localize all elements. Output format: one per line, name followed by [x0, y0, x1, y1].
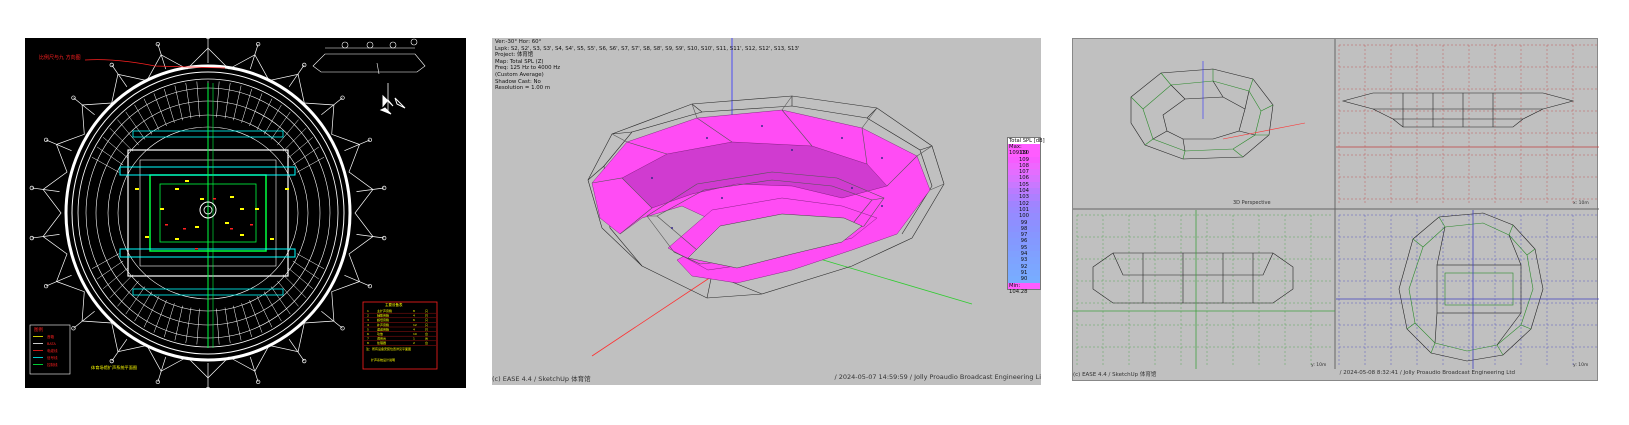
speaker-dot — [671, 227, 673, 229]
cad-title-red: 比例尺与九 方向图 — [39, 54, 81, 61]
cad-legend-item: 音箱 — [47, 334, 54, 339]
cad-table-cell: 主扩声音箱 — [377, 308, 392, 313]
cad-floorplan-panel: 比例尺与九 方向图 图例 音箱 BATA 电缆线信号线控制线 主要设备表 1 主扩声音… — [25, 38, 466, 388]
cad-table-cell: 只 — [425, 314, 428, 318]
cad-legend-item: 电缆线 — [47, 348, 58, 353]
cad-legend-item: BATA — [47, 342, 56, 346]
ease-info-freq: Freq: 125 Hz to 4000 Hz — [495, 65, 561, 72]
cad-table-cell: 台 — [425, 336, 428, 341]
quad-footer-right: / 2024-05-08 8:32:41 / Jolly Proaudio Br… — [1339, 370, 1515, 376]
speaker-dot — [721, 197, 723, 199]
cad-legend-item: 控制线 — [47, 362, 58, 367]
ease-info-map: Map: Total SPL (Z) — [495, 58, 544, 65]
cad-table-cell: 1 — [413, 337, 415, 341]
spl-legend-min: Min: 104.28 — [1008, 282, 1040, 295]
ease-info-shadow: Shadow Cast: No — [495, 78, 541, 85]
speaker-dot — [841, 137, 843, 139]
top-right-scale-label: x: 10m — [1573, 200, 1589, 206]
bottom-right-scale-label: y: 10m — [1573, 362, 1588, 368]
cad-table-cell: 4 — [367, 323, 369, 327]
cad-table-cell: 辅助音箱 — [377, 313, 389, 318]
cad-table-cell: 台 — [425, 340, 428, 345]
cad-table-note2: 扩声系统设计说明 — [371, 357, 395, 362]
speaker-dot — [651, 177, 653, 179]
cad-table-cell: 6 — [413, 318, 415, 322]
cad-table-cell: 台 — [425, 331, 428, 336]
cad-table-cell: 只 — [425, 318, 428, 322]
bottom-left-scale-label: y: 10m — [1311, 362, 1326, 368]
ease-footer-right: / 2024-05-07 14:59:59 / Jolly Proaudio B… — [834, 373, 1041, 381]
grid-bottom-left — [1076, 214, 1333, 367]
cad-table-cell: 8 — [367, 341, 369, 345]
cad-table-cell: 功放 — [377, 331, 383, 336]
cad-table-cell: 处理器 — [377, 340, 386, 345]
cad-table-cell: 6 — [367, 332, 369, 336]
cad-equipment-table: 主要设备表 1 主扩声音箱 8 只2 辅助音箱 4 只3 超低音箱 6 只4 补声音箱 12 只5 返送音… — [362, 301, 438, 370]
ease-quad-view-panel: 3D Perspective x: 10m y: 10m y: 10m (c) … — [1072, 38, 1599, 381]
cad-table-title: 主要设备表 — [385, 302, 403, 307]
spl-color-legend: Total SPL [dB] Max: 109.09 1101091081071… — [1007, 137, 1045, 295]
cad-table-cell: 2 — [413, 341, 415, 345]
cad-table-cell: 调音台 — [377, 336, 386, 341]
ease-info-resolution: Resolution = 1.00 m — [495, 85, 551, 92]
speaker-dot — [881, 157, 883, 159]
cad-table-cell: 4 — [413, 314, 415, 318]
cad-table-cell: 补声音箱 — [377, 322, 389, 327]
cad-table-cell: 2 — [367, 314, 369, 318]
cad-table-cell: 3 — [367, 318, 369, 322]
cad-table-cell: 8 — [413, 309, 415, 313]
speaker-dot — [706, 137, 708, 139]
cad-table-cell: 10 — [413, 332, 417, 336]
speaker-dot — [761, 125, 763, 127]
cad-table-cell: 只 — [425, 309, 428, 313]
quad-views: 3D Perspective x: 10m y: 10m y: 10m — [1073, 39, 1599, 369]
quad-footer-left: (c) EASE 4.4 / SketchUp 体育馆 — [1073, 372, 1157, 378]
cad-table-cell: 只 — [425, 323, 428, 327]
ease-footer-left: (c) EASE 4.4 / SketchUp 体育馆 — [492, 375, 591, 383]
cad-drawing-title: 体育场馆扩声系统平面图 — [91, 364, 137, 371]
cad-table-cell: 只 — [425, 327, 428, 331]
ease-info-lspk: Lspk: S2, S2', S3, S3', S4, S4', S5, S5'… — [495, 45, 800, 52]
ease-info-project: Project: 体育馆 — [495, 52, 534, 59]
speaker-dot — [881, 205, 883, 207]
speaker-dot — [851, 187, 853, 189]
cad-legend-box: 图例 音箱 BATA 电缆线信号线控制线 — [29, 324, 71, 375]
front-elevation-wireframe — [1341, 92, 1575, 128]
cad-legend-item: 信号线 — [47, 355, 58, 360]
cad-table-cell: 5 — [367, 327, 369, 331]
ease-spl-map-panel: Ver:-30° Hor: 60° Lspk: S2, S2', S3, S3'… — [492, 38, 1045, 385]
cad-table-cell: 返送音箱 — [377, 326, 389, 331]
cad-table-cell: 1 — [367, 309, 369, 313]
ease-info-average: (Custom Average) — [495, 71, 544, 78]
cad-table-note: 注：所有设备安装位置详见平面图 — [366, 346, 411, 351]
cad-legend-title: 图例 — [34, 326, 43, 333]
cad-table-cell: 4 — [413, 327, 415, 331]
ease-info-view: Ver:-30° Hor: 60° — [495, 39, 542, 45]
compass-icon — [379, 83, 406, 115]
ease-info-block: Ver:-30° Hor: 60° Lspk: S2, S2', S3, S3'… — [495, 39, 799, 92]
speaker-dot — [791, 149, 793, 151]
grid-bottom-right — [1338, 214, 1597, 367]
plan-view-wireframe — [1398, 212, 1544, 362]
side-elevation-wireframe — [1092, 252, 1294, 304]
grid-top-right — [1338, 44, 1597, 205]
cad-section-sketch — [312, 38, 426, 75]
cad-table-cell: 7 — [367, 337, 369, 341]
perspective-label: 3D Perspective — [1233, 200, 1271, 206]
cad-table-cell: 12 — [413, 323, 417, 327]
cad-floorplan-drawing: 比例尺与九 方向图 图例 音箱 BATA 电缆线信号线控制线 主要设备表 1 主扩声音… — [29, 38, 438, 388]
perspective-wireframe — [1130, 61, 1306, 160]
cad-arena-box — [119, 83, 296, 348]
cad-table-cell: 超低音箱 — [377, 317, 389, 322]
